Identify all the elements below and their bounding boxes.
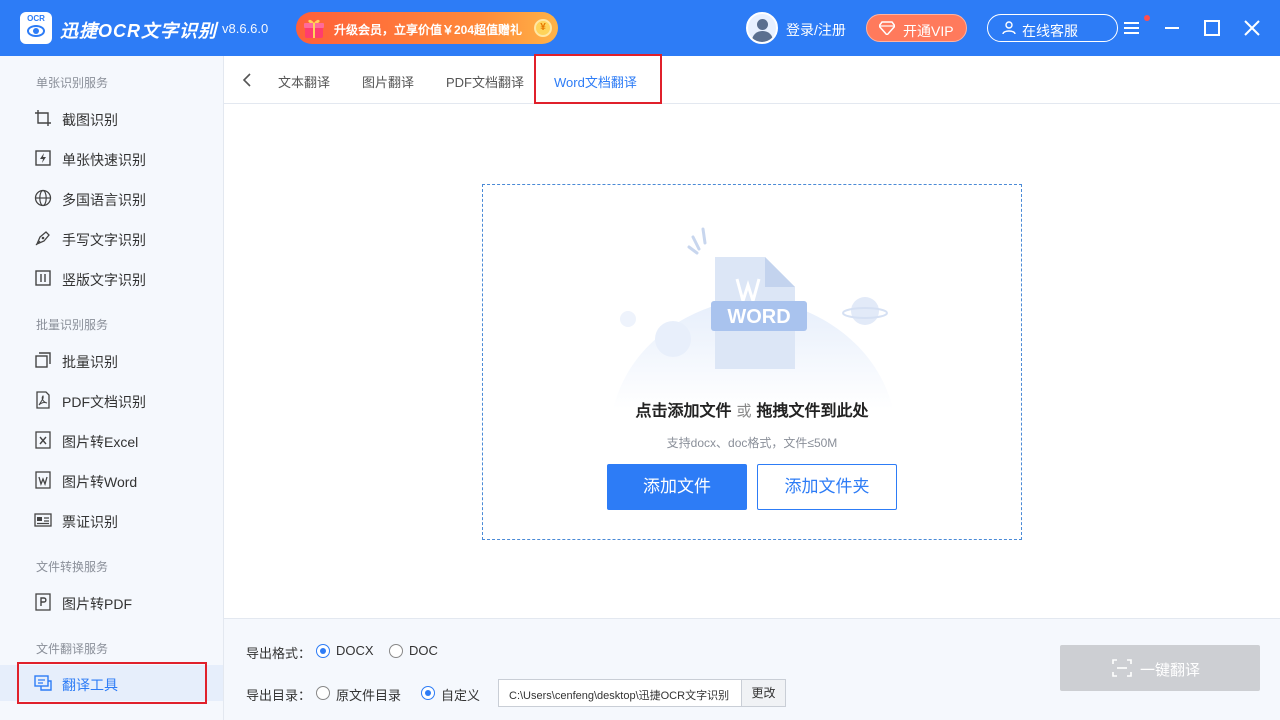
sidebar-item-vertical-ocr[interactable]: 竖版文字识别 [0,260,223,296]
avatar-head [757,19,768,30]
globe-icon [34,189,52,207]
sidebar-item-batch-ocr[interactable]: 批量识别 [0,342,223,378]
online-service-button[interactable]: 在线客服 [987,14,1118,42]
export-settings-panel: 导出格式： DOCX DOC 导出目录： 原文件目录 自定义 C:\Users\… [224,618,1280,720]
app-logo-text: OCR [27,14,45,23]
crop-icon [35,110,51,126]
vertical-text-icon [35,270,51,286]
format-hint: 支持docx、doc格式，文件≤50M [666,436,838,450]
coin-icon: ¥ [534,19,552,37]
maximize-icon[interactable] [1202,18,1222,38]
id-card-icon [34,513,52,527]
vip-label: 开通VIP [903,23,954,39]
sidebar-selection-highlight [17,662,207,704]
promo-banner[interactable]: 升级会员，立享价值￥204超值赠礼 ¥ [296,12,558,44]
image-fast-icon [35,150,51,166]
scan-icon [1112,659,1132,677]
sidebar-item-label: 单张快速识别 [62,152,146,168]
sidebar-item-handwriting-ocr[interactable]: 手写文字识别 [0,220,223,256]
file-drop-zone[interactable]: WORD 点击添加文件或拖拽文件到此处 支持docx、doc格式，文件≤50M … [482,184,1022,540]
excel-icon [35,431,51,449]
radio-custom-dir[interactable] [421,686,435,700]
section-title-batch: 批量识别服务 [36,318,109,332]
click-add-text: 点击添加文件 [635,403,732,420]
radio-custom-dir-label[interactable]: 自定义 [441,685,480,704]
section-title-single: 单张识别服务 [36,76,109,90]
online-service-label: 在线客服 [1022,23,1078,39]
sidebar: 单张识别服务 截图识别 单张快速识别 多国语言识别 手写文字识别 竖版文字识别 … [0,56,224,720]
sidebar-item-label: 手写文字识别 [62,232,146,248]
tab-text-translate[interactable]: 文本翻译 [278,72,330,91]
promo-text: 升级会员，立享价值￥204超值赠礼 [334,23,523,37]
sidebar-item-image-to-word[interactable]: 图片转Word [0,462,223,498]
notification-dot [1144,15,1150,21]
sidebar-item-label: 图片转Word [62,474,138,490]
word-badge-text: WORD [727,306,790,328]
sidebar-item-label: 截图识别 [62,112,118,128]
avatar-body [752,31,773,42]
sidebar-item-screenshot-ocr[interactable]: 截图识别 [0,100,223,136]
user-icon [1002,21,1016,35]
gift-icon [304,19,324,38]
drag-drop-text: 拖拽文件到此处 [756,403,869,420]
stack-icon [35,352,51,368]
app-name: 迅捷OCR文字识别 [60,21,217,41]
sidebar-item-label: 票证识别 [62,514,118,530]
p-file-icon [35,593,51,611]
translate-all-button[interactable]: 一键翻译 [1060,645,1260,691]
radio-original-dir-label[interactable]: 原文件目录 [336,685,401,704]
tab-pdf-translate[interactable]: PDF文档翻译 [446,72,524,91]
close-icon[interactable] [1242,18,1262,38]
tab-image-translate[interactable]: 图片翻译 [362,72,414,91]
title-bar: OCR 迅捷OCR文字识别 v8.6.6.0 升级会员，立享价值￥204超值赠礼… [0,0,1280,56]
export-dir-label: 导出目录： [246,688,312,703]
chevron-left-icon[interactable] [240,72,256,88]
avatar[interactable] [746,12,778,44]
eye-pupil [33,28,39,34]
sidebar-item-pdf-ocr[interactable]: PDF文档识别 [0,382,223,418]
sidebar-item-quick-ocr[interactable]: 单张快速识别 [0,140,223,176]
add-folder-button[interactable]: 添加文件夹 [757,464,897,510]
diamond-icon [879,21,895,35]
section-title-convert: 文件转换服务 [36,560,109,574]
app-logo: OCR [20,12,52,44]
menu-icon[interactable] [1122,18,1142,38]
translate-tabs: 文本翻译 图片翻译 PDF文档翻译 Word文档翻译 [224,56,1280,104]
word-icon [35,471,51,489]
radio-docx-label[interactable]: DOCX [336,643,374,658]
tab-selection-highlight [534,54,662,104]
radio-doc[interactable] [389,644,403,658]
sidebar-item-card-ocr[interactable]: 票证识别 [0,502,223,538]
sidebar-item-label: PDF文档识别 [62,394,146,410]
or-text: 或 [736,403,752,420]
sidebar-item-image-to-pdf[interactable]: 图片转PDF [0,584,223,620]
sidebar-item-label: 图片转PDF [62,596,132,612]
drop-instructions: 点击添加文件或拖拽文件到此处 [483,397,1021,421]
minimize-icon[interactable] [1162,18,1182,38]
pdf-icon [36,391,50,409]
app-version: v8.6.6.0 [222,21,269,36]
sidebar-item-image-to-excel[interactable]: 图片转Excel [0,422,223,458]
section-title-translate: 文件翻译服务 [36,642,109,656]
sidebar-item-label: 多国语言识别 [62,192,146,208]
output-path-value: C:\Users\cenfeng\desktop\迅捷OCR文字识别 [509,690,730,702]
login-link[interactable]: 登录/注册 [786,20,846,40]
vip-button[interactable]: 开通VIP [866,14,967,42]
radio-doc-label[interactable]: DOC [409,643,438,658]
sidebar-item-label: 图片转Excel [62,434,139,450]
output-path-field[interactable]: C:\Users\cenfeng\desktop\迅捷OCR文字识别 更改 [498,679,786,707]
radio-docx[interactable] [316,644,330,658]
change-dir-button[interactable]: 更改 [741,680,785,706]
sidebar-item-label: 竖版文字识别 [62,272,146,288]
translate-all-label: 一键翻译 [1140,662,1201,679]
sidebar-item-label: 批量识别 [62,354,118,370]
pen-icon [35,231,50,246]
word-document-illustration: WORD [613,227,893,409]
radio-original-dir[interactable] [316,686,330,700]
sidebar-item-multilang-ocr[interactable]: 多国语言识别 [0,180,223,216]
export-format-label: 导出格式： [246,646,312,661]
add-file-button[interactable]: 添加文件 [607,464,747,510]
